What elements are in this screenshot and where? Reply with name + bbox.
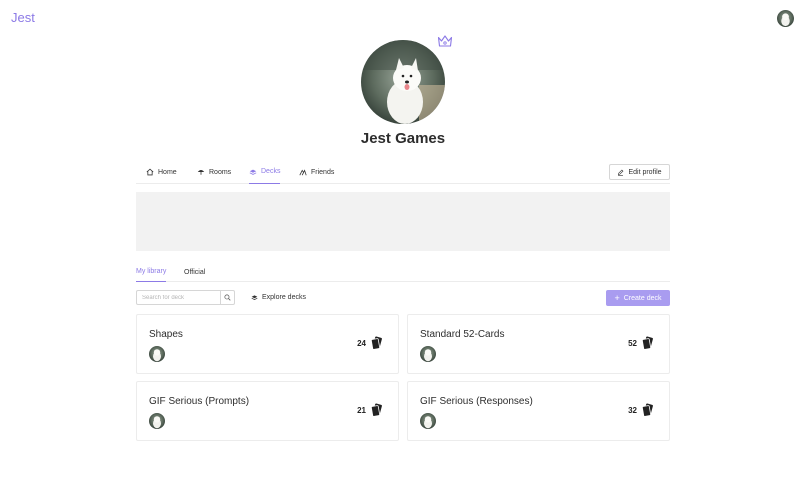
deck-card-count: 21 (357, 406, 366, 415)
deck-owner-avatar (149, 346, 165, 362)
app-logo[interactable]: Jest (11, 10, 35, 25)
deck-title: GIF Serious (Prompts) (149, 396, 250, 407)
tab-friends[interactable]: Friends (299, 160, 334, 184)
deck-card[interactable]: GIF Serious (Responses) 32 (407, 381, 670, 441)
edit-profile-label: Edit profile (628, 168, 662, 176)
user-avatar[interactable] (777, 10, 794, 27)
library-tabs: My library Official (136, 262, 670, 282)
tab-official[interactable]: Official (184, 262, 205, 282)
home-icon (146, 168, 154, 176)
create-deck-button[interactable]: + Create deck (606, 290, 670, 306)
plus-icon: + (614, 292, 620, 303)
cards-icon (641, 336, 655, 350)
deck-title: GIF Serious (Responses) (420, 396, 533, 407)
deck-card[interactable]: Shapes 24 (136, 314, 399, 374)
explore-decks-link[interactable]: Explore decks (251, 290, 306, 305)
cards-icon (370, 336, 384, 350)
tab-decks-label: Decks (261, 168, 281, 175)
profile-name: Jest Games (360, 130, 446, 147)
tab-home-label: Home (158, 168, 177, 176)
tab-home[interactable]: Home (146, 160, 177, 184)
crown-icon (437, 34, 453, 48)
tab-decks[interactable]: Decks (249, 160, 281, 184)
cards-icon (641, 403, 655, 417)
deck-card-count: 32 (628, 406, 637, 415)
deck-owner-avatar (420, 346, 436, 362)
deck-card-count: 52 (628, 339, 637, 348)
stack-icon (249, 169, 257, 175)
deck-owner-avatar (149, 413, 165, 429)
deck-search (136, 290, 235, 305)
explore-decks-label: Explore decks (262, 294, 306, 301)
deck-title: Standard 52-Cards (420, 329, 505, 340)
tab-rooms-label: Rooms (209, 168, 232, 176)
stack-icon (251, 295, 258, 300)
profile-avatar (361, 40, 445, 124)
deck-title: Shapes (149, 329, 183, 340)
cards-icon (370, 403, 384, 417)
create-deck-label: Create deck (623, 294, 662, 302)
edit-profile-button[interactable]: Edit profile (609, 164, 670, 180)
deck-card-count: 24 (357, 339, 366, 348)
pencil-icon (618, 169, 624, 176)
deck-owner-avatar (420, 413, 436, 429)
umbrella-icon (197, 170, 205, 175)
search-icon (224, 294, 231, 301)
users-icon (299, 169, 307, 176)
profile-tabs: Home Rooms Decks Friends Edit profile (136, 160, 670, 184)
banner (136, 192, 670, 251)
deck-card[interactable]: Standard 52-Cards 52 (407, 314, 670, 374)
tab-my-library[interactable]: My library (136, 262, 167, 282)
deck-card[interactable]: GIF Serious (Prompts) 21 (136, 381, 399, 441)
deck-search-input[interactable] (137, 291, 220, 304)
search-button[interactable] (220, 291, 234, 304)
tab-friends-label: Friends (311, 168, 335, 176)
tab-rooms[interactable]: Rooms (197, 160, 231, 184)
